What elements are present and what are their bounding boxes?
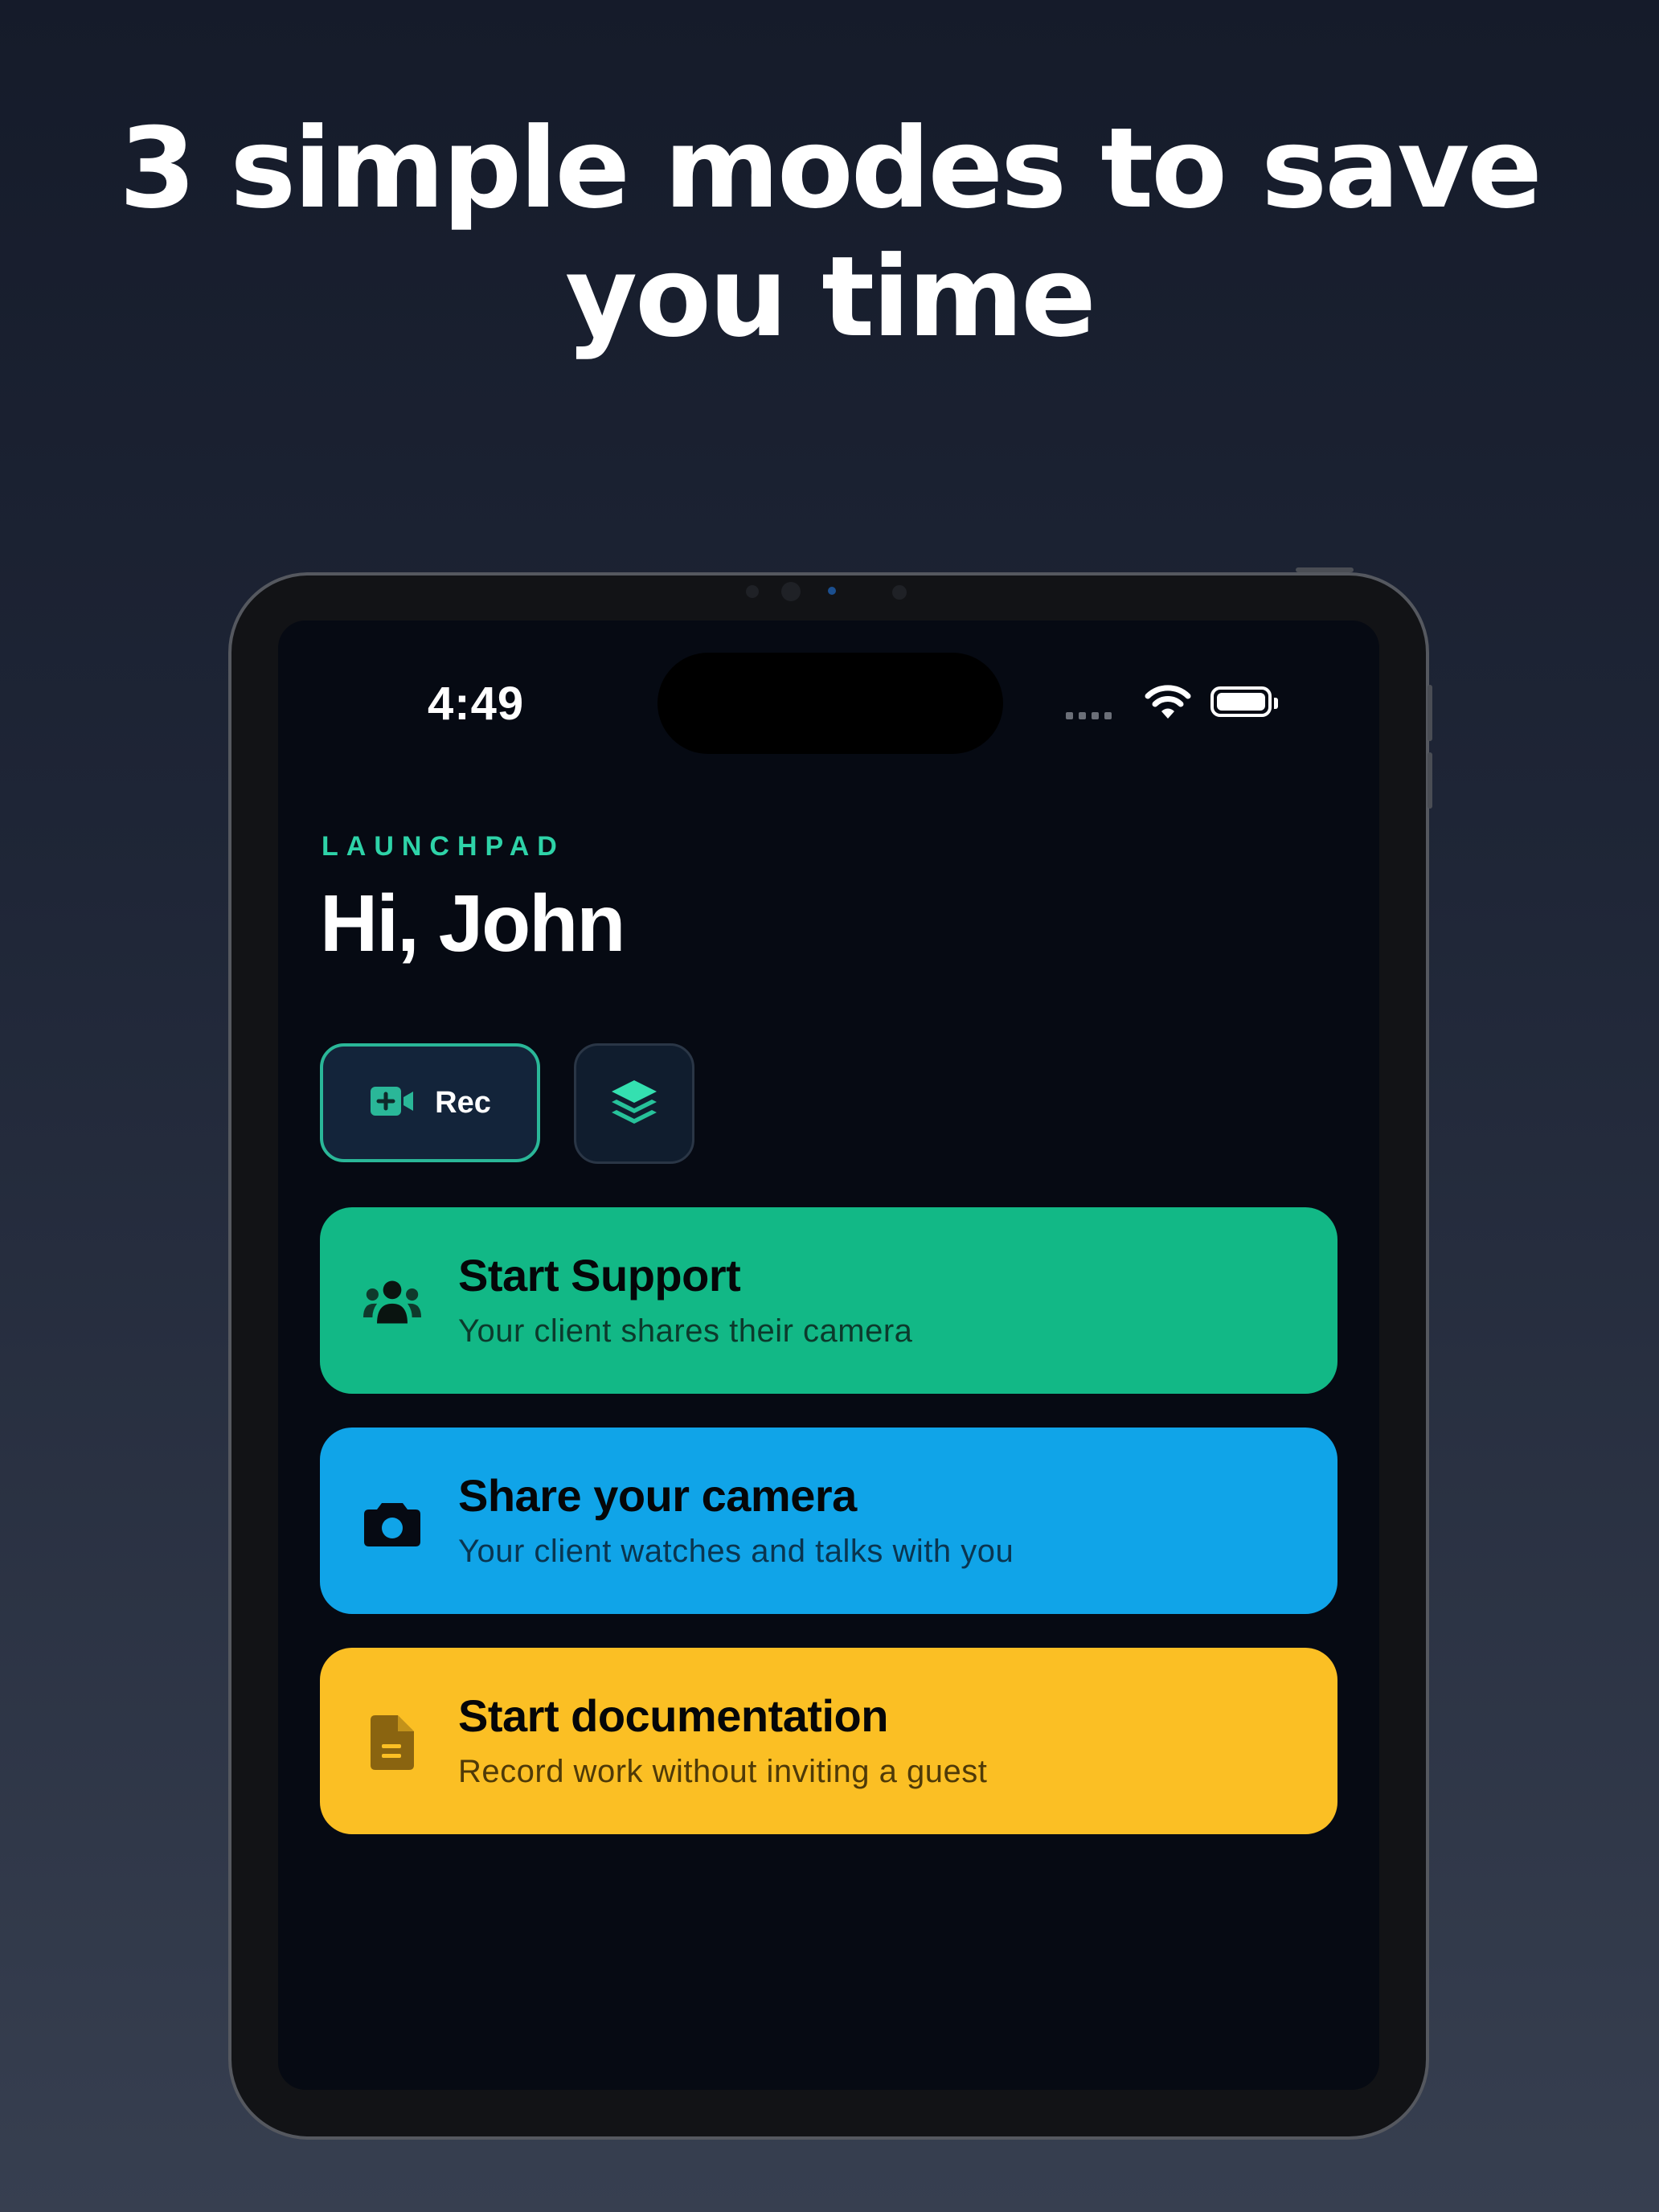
headline: 3 simple modes to save you time (0, 104, 1659, 362)
rec-label: Rec (435, 1085, 491, 1120)
rec-button[interactable]: Rec (320, 1043, 540, 1162)
users-icon (363, 1273, 421, 1331)
mode-subtitle: Your client shares their camera (458, 1313, 913, 1349)
headline-line-1: 3 simple modes to save (119, 104, 1542, 233)
camera-sensor (746, 585, 759, 598)
section-eyebrow: LAUNCHPAD (322, 831, 565, 862)
battery-icon (1210, 686, 1278, 717)
volume-up-button (1428, 685, 1432, 741)
camera-indicator (828, 587, 836, 595)
top-button (1296, 567, 1354, 572)
wifi-icon (1145, 685, 1191, 724)
layers-icon (610, 1079, 658, 1129)
mode-start-documentation[interactable]: Start documentation Record work without … (320, 1648, 1337, 1834)
greeting-title: Hi, John (320, 879, 625, 969)
status-time: 4:49 (428, 678, 525, 730)
video-add-icon (369, 1085, 416, 1121)
mode-subtitle: Record work without inviting a guest (458, 1754, 988, 1789)
mode-share-camera[interactable]: Share your camera Your client watches an… (320, 1428, 1337, 1614)
document-icon (363, 1714, 421, 1772)
volume-down-button (1428, 752, 1432, 809)
mode-start-support[interactable]: Start Support Your client shares their c… (320, 1207, 1337, 1394)
dynamic-island (657, 653, 1003, 754)
camera-icon (363, 1493, 421, 1551)
layers-button[interactable] (574, 1043, 694, 1164)
camera-lens (781, 582, 801, 601)
app-screen: 4:49 LAUNCHPAD Hi, John Rec Start Suppor… (278, 621, 1379, 2090)
mode-title: Start Support (458, 1250, 741, 1301)
headline-line-2: you time (565, 232, 1096, 362)
ambient-sensor (892, 585, 907, 600)
mode-subtitle: Your client watches and talks with you (458, 1534, 1014, 1569)
mode-title: Start documentation (458, 1690, 888, 1741)
mode-title: Share your camera (458, 1470, 857, 1521)
signal-icon (1066, 709, 1117, 723)
